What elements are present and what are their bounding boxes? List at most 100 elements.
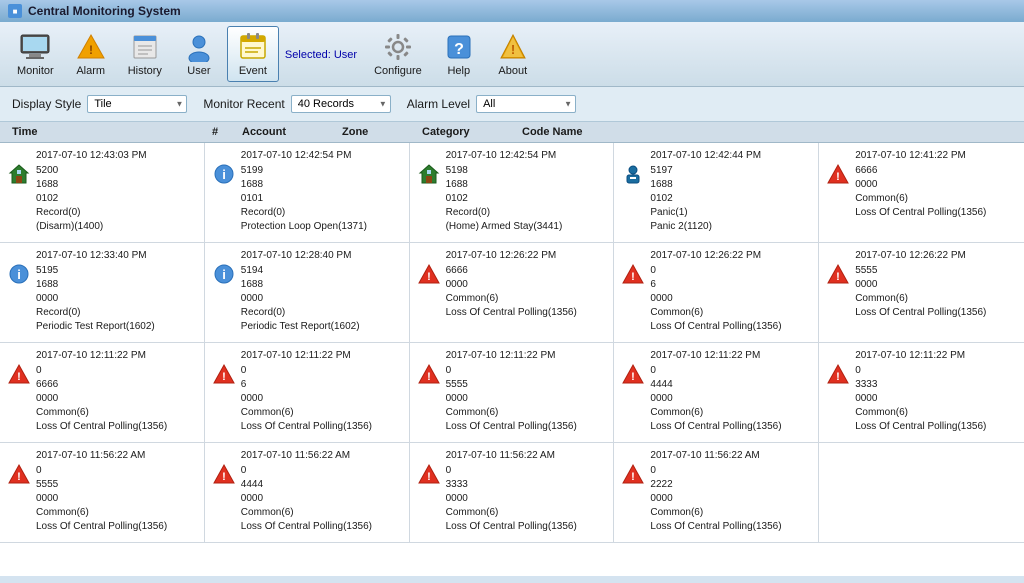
event-line2: 3333: [855, 378, 986, 392]
event-account: 0: [446, 364, 577, 378]
event-cell[interactable]: ! 2017-07-10 12:26:22 PM 5555 0000 Commo…: [819, 243, 1024, 343]
event-cell[interactable]: ! 2017-07-10 11:56:22 AM 0 4444 0000 Com…: [205, 443, 410, 543]
svg-text:i: i: [222, 267, 226, 282]
event-cell[interactable]: ! 2017-07-10 12:11:22 PM 0 5555 0000 Com…: [410, 343, 615, 443]
display-style-group: Display Style Tile List: [12, 95, 187, 113]
monitor-recent-select[interactable]: 10 Records 20 Records 40 Records 100 Rec…: [291, 95, 391, 113]
event-data: 2017-07-10 12:33:40 PM 5195 1688 0000 Re…: [36, 249, 155, 334]
col-category: Category: [422, 126, 522, 138]
event-icon-warning: !: [827, 263, 849, 285]
col-code-name: Code Name: [522, 126, 1012, 138]
event-account: 5194: [241, 264, 360, 278]
event-line4: Record(0): [241, 306, 360, 320]
event-cell[interactable]: ! 2017-07-10 11:56:22 AM 0 5555 0000 Com…: [0, 443, 205, 543]
display-style-select[interactable]: Tile List: [87, 95, 187, 113]
event-cell[interactable]: ! 2017-07-10 12:11:22 PM 0 4444 0000 Com…: [614, 343, 819, 443]
event-button[interactable]: Event: [227, 26, 279, 82]
display-style-wrapper: Tile List: [87, 95, 187, 113]
col-hash: #: [212, 126, 242, 138]
event-cell[interactable]: i 2017-07-10 12:33:40 PM 5195 1688 0000 …: [0, 243, 205, 343]
monitor-icon: [19, 31, 51, 63]
event-line4: Record(0): [446, 206, 563, 220]
event-icon-warning: !: [622, 463, 644, 485]
event-account: 0: [650, 464, 781, 478]
event-line5: Loss Of Central Polling(1356): [650, 420, 781, 434]
svg-text:!: !: [632, 371, 636, 383]
event-line2: 3333: [446, 478, 577, 492]
table-header: Time # Account Zone Category Code Name: [0, 122, 1024, 143]
monitor-button[interactable]: Monitor: [8, 26, 63, 82]
event-time: 2017-07-10 12:42:54 PM: [241, 149, 367, 163]
event-line4: Common(6): [855, 292, 986, 306]
event-cell[interactable]: ! 2017-07-10 11:56:22 AM 0 2222 0000 Com…: [614, 443, 819, 543]
help-button[interactable]: ? Help: [433, 26, 485, 82]
event-cell[interactable]: 2017-07-10 12:43:03 PM 5200 1688 0102 Re…: [0, 143, 205, 243]
event-line2: 6666: [36, 378, 167, 392]
event-line5: Loss Of Central Polling(1356): [855, 206, 986, 220]
event-cell[interactable]: ! 2017-07-10 12:11:22 PM 0 6 0000 Common…: [205, 343, 410, 443]
event-cell[interactable]: ! 2017-07-10 11:56:22 AM 0 3333 0000 Com…: [410, 443, 615, 543]
svg-text:!: !: [222, 371, 226, 383]
app-icon: ■: [8, 4, 22, 18]
event-line2: 4444: [650, 378, 781, 392]
event-line5: Loss Of Central Polling(1356): [36, 420, 167, 434]
event-cell[interactable]: ! 2017-07-10 12:26:22 PM 0 6 0000 Common…: [614, 243, 819, 343]
event-cell[interactable]: ! 2017-07-10 12:11:22 PM 0 6666 0000 Com…: [0, 343, 205, 443]
event-data: 2017-07-10 11:56:22 AM 0 3333 0000 Commo…: [446, 449, 577, 534]
event-line5: Loss Of Central Polling(1356): [855, 420, 986, 434]
event-time: 2017-07-10 12:28:40 PM: [241, 249, 360, 263]
event-account: 6666: [855, 164, 986, 178]
event-cell[interactable]: 2017-07-10 12:42:44 PM 5197 1688 0102 Pa…: [614, 143, 819, 243]
alarm-button[interactable]: ! Alarm: [65, 26, 117, 82]
svg-text:!: !: [427, 271, 431, 283]
event-cell[interactable]: ! 2017-07-10 12:11:22 PM 0 3333 0000 Com…: [819, 343, 1024, 443]
event-line5: Loss Of Central Polling(1356): [650, 320, 781, 334]
event-data: 2017-07-10 12:11:22 PM 0 6 0000 Common(6…: [241, 349, 372, 434]
event-icon-: [827, 463, 849, 485]
event-data: 2017-07-10 11:56:22 AM 0 5555 0000 Commo…: [36, 449, 167, 534]
event-line2: 1688: [650, 178, 761, 192]
svg-text:!: !: [89, 43, 93, 57]
event-line5: Loss Of Central Polling(1356): [446, 520, 577, 534]
event-icon-person: [622, 163, 644, 185]
event-line3: 0102: [446, 192, 563, 206]
event-cell[interactable]: i 2017-07-10 12:42:54 PM 5199 1688 0101 …: [205, 143, 410, 243]
user-icon: [183, 31, 215, 63]
event-cell[interactable]: ! 2017-07-10 12:26:22 PM 6666 0000 Commo…: [410, 243, 615, 343]
event-icon-home: [418, 163, 440, 185]
monitor-recent-label: Monitor Recent: [203, 97, 284, 111]
event-line2: 5555: [36, 478, 167, 492]
user-button[interactable]: User: [173, 26, 225, 82]
svg-text:!: !: [17, 371, 21, 383]
event-line3: 0000: [650, 392, 781, 406]
event-data: 2017-07-10 12:26:22 PM 0 6 0000 Common(6…: [650, 249, 781, 334]
selected-info: Selected: User: [285, 49, 357, 61]
history-button[interactable]: History: [119, 26, 171, 82]
alarm-level-select[interactable]: All Low Medium High: [476, 95, 576, 113]
event-account: 5198: [446, 164, 563, 178]
event-data: 2017-07-10 12:26:22 PM 6666 0000 Common(…: [446, 249, 577, 320]
about-button[interactable]: ! About: [487, 26, 539, 82]
event-icon-warning: !: [827, 163, 849, 185]
event-account: 5555: [855, 264, 986, 278]
event-line4: Common(6): [446, 506, 577, 520]
event-cell[interactable]: 2017-07-10 12:42:54 PM 5198 1688 0102 Re…: [410, 143, 615, 243]
event-icon-home: [8, 163, 30, 185]
event-cell[interactable]: ! 2017-07-10 12:41:22 PM 6666 0000 Commo…: [819, 143, 1024, 243]
event-account: 0: [241, 464, 372, 478]
event-line5: Loss Of Central Polling(1356): [446, 306, 577, 320]
event-line4: Panic(1): [650, 206, 761, 220]
event-time: 2017-07-10 12:43:03 PM: [36, 149, 147, 163]
svg-text:i: i: [222, 167, 226, 182]
event-time: 2017-07-10 12:11:22 PM: [855, 349, 986, 363]
event-time: 2017-07-10 12:41:22 PM: [855, 149, 986, 163]
event-data: 2017-07-10 12:43:03 PM 5200 1688 0102 Re…: [36, 149, 147, 234]
event-line2: 1688: [446, 178, 563, 192]
event-icon-warning: !: [8, 363, 30, 385]
event-cell[interactable]: [819, 443, 1024, 543]
configure-button[interactable]: Configure: [365, 26, 431, 82]
user-label: User: [187, 65, 210, 77]
event-cell[interactable]: i 2017-07-10 12:28:40 PM 5194 1688 0000 …: [205, 243, 410, 343]
event-data: 2017-07-10 12:11:22 PM 0 5555 0000 Commo…: [446, 349, 577, 434]
event-data: 2017-07-10 12:42:54 PM 5199 1688 0101 Re…: [241, 149, 367, 234]
